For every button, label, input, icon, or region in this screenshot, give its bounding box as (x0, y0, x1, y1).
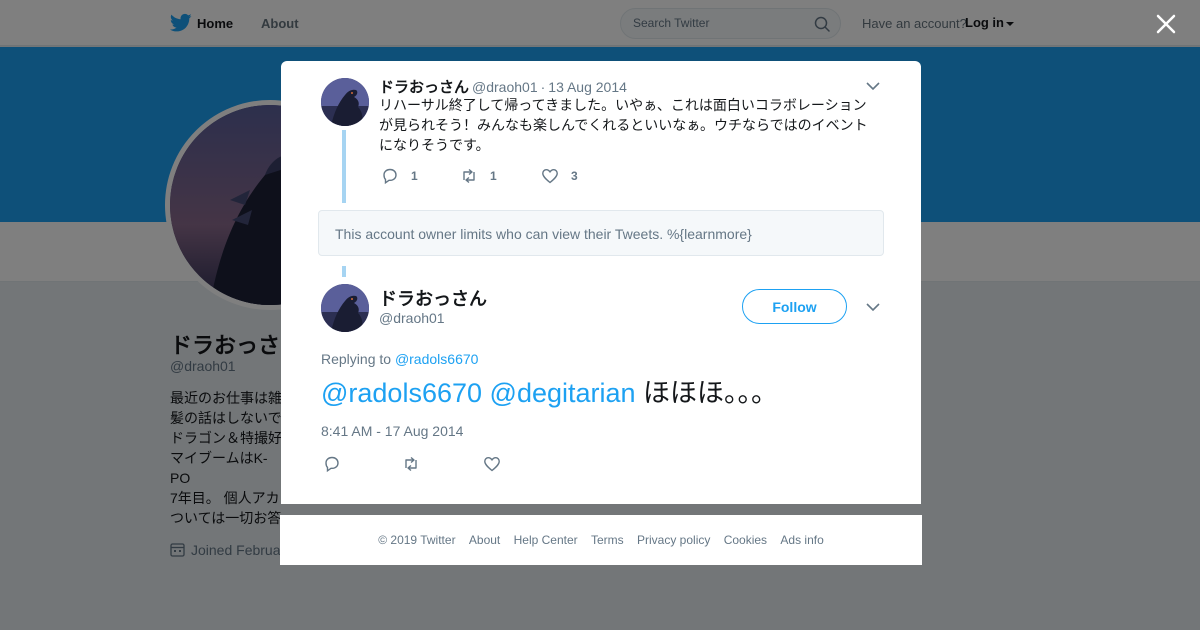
follow-button[interactable]: Follow (742, 289, 847, 324)
tweet1-avatar[interactable] (321, 78, 369, 126)
footer-copyright: © 2019 Twitter (378, 533, 456, 547)
footer-link-terms[interactable]: Terms (591, 533, 624, 547)
footer-link-cookies[interactable]: Cookies (724, 533, 767, 547)
tweet2-text: @radols6670 @degitarian ほほほ。。。 (321, 375, 778, 411)
close-icon[interactable] (1154, 12, 1178, 36)
tweet2-like-button[interactable] (483, 455, 501, 473)
thread-line (342, 266, 346, 277)
retweet-icon (405, 456, 417, 472)
mention-link[interactable]: @degitarian (490, 378, 636, 408)
mention-link[interactable]: @radols6670 (321, 378, 482, 408)
replying-to-link[interactable]: @radols6670 (395, 351, 479, 367)
tweet1-retweet-button[interactable]: 1 (460, 167, 497, 185)
tweet1-date[interactable]: 13 Aug 2014 (548, 79, 627, 95)
protected-notice-text: This account owner limits who can view t… (335, 226, 752, 242)
reply-count: 1 (411, 169, 418, 183)
tweet1-handle[interactable]: @draoh01 (472, 79, 538, 95)
tweet2-avatar[interactable] (321, 284, 369, 332)
like-count: 3 (571, 169, 578, 183)
tweet-permalink-modal: ドラおっさん @draoh01 · 13 Aug 2014 リハーサル終了して帰ってき… (281, 61, 921, 504)
replying-to: Replying to @radols6670 (321, 351, 478, 367)
tweet2-body: ほほほ。。。 (643, 378, 779, 408)
tweet2-handle[interactable]: @draoh01 (379, 310, 445, 326)
chevron-down-icon[interactable] (866, 81, 880, 91)
footer-link-ads-info[interactable]: Ads info (780, 533, 823, 547)
reply-icon (325, 456, 339, 473)
tweet1-like-button[interactable]: 3 (541, 167, 578, 185)
tweet1-reply-button[interactable]: 1 (381, 167, 418, 185)
tweet1-text: リハーサル終了して帰ってきました。いやぁ、これは面白いコラボレーションが見られそ… (379, 97, 868, 153)
tweet1-separator: · (540, 79, 546, 95)
tweet2-retweet-button[interactable] (402, 455, 420, 473)
footer-link-about[interactable]: About (469, 533, 500, 547)
replying-prefix: Replying to (321, 351, 392, 367)
tweet1-name[interactable]: ドラおっさん (379, 79, 469, 96)
tweet2-reply-button[interactable] (323, 455, 341, 473)
footer-link-help-center[interactable]: Help Center (514, 533, 578, 547)
retweet-count: 1 (490, 169, 497, 183)
reply-icon (383, 168, 397, 185)
heart-icon (484, 456, 500, 472)
tweet2-name[interactable]: ドラおっさん (379, 285, 487, 311)
heart-icon (542, 168, 558, 184)
modal-footer: © 2019 Twitter About Help Center Terms P… (280, 515, 922, 565)
protected-account-notice: This account owner limits who can view t… (318, 210, 884, 256)
footer-link-privacy[interactable]: Privacy policy (637, 533, 710, 547)
footer-links: © 2019 Twitter About Help Center Terms P… (280, 533, 922, 547)
dragon-avatar-image (321, 284, 369, 332)
dragon-avatar-image (321, 78, 369, 126)
thread-line (342, 130, 346, 203)
chevron-down-icon[interactable] (866, 302, 880, 312)
tweet1-header: ドラおっさん @draoh01 · 13 Aug 2014 (379, 76, 627, 97)
tweet2-timestamp: 8:41 AM - 17 Aug 2014 (321, 423, 464, 439)
retweet-icon (463, 168, 475, 184)
